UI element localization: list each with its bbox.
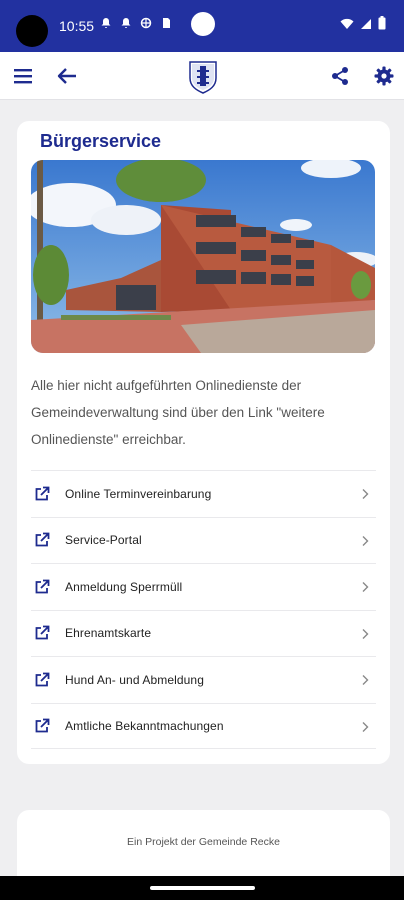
- share-button[interactable]: [328, 64, 352, 88]
- chevron-right-icon: [362, 535, 369, 546]
- battery-icon: [378, 16, 386, 35]
- wifi-icon: [340, 17, 354, 35]
- share-icon: [332, 67, 348, 85]
- card-title: Bürgerservice: [40, 131, 162, 151]
- external-link-icon: [35, 579, 50, 594]
- status-icons-right: [340, 16, 386, 35]
- status-icons-left: [100, 17, 172, 32]
- town-hall-photo: [31, 160, 375, 353]
- external-link-icon: [35, 718, 50, 733]
- system-navigation-bar: [0, 876, 404, 900]
- chevron-right-icon: [362, 675, 369, 685]
- chevron-right-icon: [362, 489, 369, 499]
- intro-text: Alle hier nicht aufgeführten Onlinediens…: [31, 378, 325, 447]
- list-item-online-terminvereinbarung[interactable]: Online Terminvereinbarung: [31, 470, 376, 517]
- list-item-hund-an-und-abmeldung[interactable]: Hund An- und Abmeldung: [31, 656, 376, 703]
- buergerservice-card: Bürgerservice Alle hier nicht aufgeführt…: [17, 121, 390, 764]
- home-gesture-handle[interactable]: [150, 886, 255, 890]
- notification-icon: [120, 17, 132, 32]
- menu-button[interactable]: [11, 64, 35, 88]
- external-link-icon: [35, 532, 50, 547]
- camera-dot: [191, 12, 215, 36]
- status-time: 10:55: [59, 18, 95, 34]
- service-link-list: Online Terminvereinbarung Service-Portal…: [31, 470, 376, 749]
- back-arrow-icon: [57, 68, 76, 84]
- list-item-ehrenamtskarte[interactable]: Ehrenamtskarte: [31, 609, 376, 657]
- chevron-right-icon: [362, 721, 369, 732]
- list-item-service-portal[interactable]: Service-Portal: [31, 516, 376, 564]
- camera-cutout: [16, 15, 48, 47]
- footer-text: Ein Projekt der Gemeinde Recke: [127, 836, 280, 848]
- list-item-amtliche-bekanntmachungen[interactable]: Amtliche Bekanntmachungen: [31, 702, 376, 749]
- external-link-icon: [35, 486, 50, 501]
- external-link-icon: [35, 625, 50, 640]
- chevron-right-icon: [362, 582, 369, 592]
- status-bar: 10:55: [0, 0, 404, 52]
- menu-icon: [14, 69, 32, 84]
- vpn-icon: [140, 17, 152, 32]
- municipal-crest-icon: [188, 60, 218, 94]
- app-bar: [0, 52, 404, 100]
- alarm-icon: [100, 17, 112, 32]
- sd-card-icon: [160, 17, 172, 32]
- back-button[interactable]: [55, 64, 79, 88]
- list-item-label: Amtliche Bekanntmachungen: [65, 718, 224, 733]
- external-link-icon: [35, 672, 50, 687]
- list-item-label: Ehrenamtskarte: [65, 626, 152, 641]
- settings-gear-icon: [374, 66, 394, 86]
- chevron-right-icon: [362, 628, 369, 639]
- list-item-label: Service-Portal: [65, 533, 142, 548]
- list-item-label: Anmeldung Sperrmüll: [65, 579, 183, 594]
- list-item-anmeldung-sperrmuell[interactable]: Anmeldung Sperrmüll: [31, 563, 376, 610]
- signal-icon: [360, 17, 372, 35]
- list-item-label: Online Terminvereinbarung: [65, 486, 212, 501]
- list-item-label: Hund An- und Abmeldung: [65, 672, 204, 687]
- settings-button[interactable]: [372, 64, 396, 88]
